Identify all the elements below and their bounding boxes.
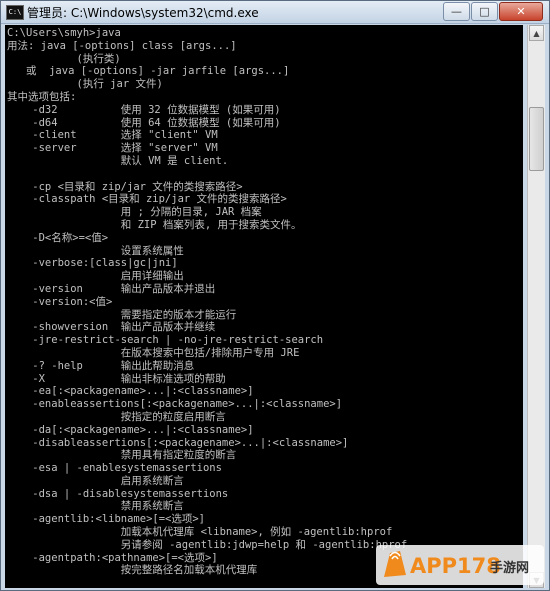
console-line: 启用详细输出 (7, 270, 184, 283)
console-line: -classpath <目录和 zip/jar 文件的类搜索路径> (7, 193, 287, 206)
console-line: 或 java [-options] -jar jarfile [args...] (7, 65, 290, 78)
maximize-icon: □ (479, 5, 490, 18)
window-controls: — □ ✕ (442, 2, 543, 21)
console-line: 按指定的粒度启用断言 (7, 410, 226, 423)
console-line: -ea[:<packagename>...|:<classname>] (7, 385, 254, 398)
console-line: 加载本机代理库 <libname>, 例如 -agentlib:hprof (7, 526, 393, 539)
console-line: -client 选择 "client" VM (7, 129, 218, 142)
console-line: 禁用系统断言 (7, 500, 184, 513)
minimize-icon: — (451, 5, 462, 18)
vertical-scrollbar[interactable]: ▲ ▼ (527, 25, 545, 588)
console-line: -dsa | -disablesystemassertions (7, 487, 229, 500)
window-title: 管理员: C:\Windows\system32\cmd.exe (27, 6, 259, 20)
console-line: -jre-restrict-search | -no-jre-restrict-… (7, 334, 324, 347)
minimize-button[interactable]: — (443, 2, 470, 21)
close-icon: ✕ (516, 5, 526, 18)
console-line: C:\Users\smyh>java (7, 27, 121, 39)
console-line: -X 输出非标准选项的帮助 (7, 372, 226, 385)
console-line: -d64 使用 64 位数据模型 (如果可用) (7, 116, 281, 129)
app178-watermark: APP178 手游网 (376, 543, 544, 587)
console-line: -da[:<packagename>...|:<classname>] (7, 423, 254, 436)
console-line: -disableassertions[:<packagename>...|:<c… (7, 436, 349, 449)
console-line: 和 ZIP 档案列表, 用于搜索类文件。 (7, 218, 302, 231)
console-line: -? -help 输出此帮助消息 (7, 359, 195, 372)
console-line: -version:<值> (7, 295, 113, 308)
console-line: 在版本搜索中包括/排除用户专用 JRE (7, 346, 300, 359)
cmd-app-icon[interactable]: C:\ (6, 5, 24, 20)
watermark-logo-icon: APP178 手游网 (376, 545, 544, 585)
console-line: (执行类) (7, 52, 121, 65)
watermark-brand: APP178 (410, 554, 501, 578)
watermark-suffix: 手游网 (490, 560, 529, 576)
console-line: -version 输出产品版本并退出 (7, 282, 216, 295)
console-line: 需要指定的版本才能运行 (7, 308, 237, 321)
console-line: -verbose:[class|gc|jni] (7, 257, 178, 270)
console-line: 默认 VM 是 client. (7, 154, 229, 167)
console-line: -enableassertions[:<packagename>...|:<cl… (7, 398, 343, 411)
console-line: 用法: java [-options] class [args...] (7, 39, 237, 52)
console-line: -showversion 输出产品版本并继续 (7, 321, 216, 334)
console-line: -server 选择 "server" VM (7, 142, 218, 155)
console-line: -agentlib:<libname>[=<选项>] (7, 513, 206, 526)
console-line: -esa | -enablesystemassertions (7, 462, 222, 475)
console-line: -d32 使用 32 位数据模型 (如果可用) (7, 103, 281, 116)
console-line: 设置系统属性 (7, 244, 184, 257)
console-line: 其中选项包括: (7, 90, 77, 103)
title-bar[interactable]: C:\ 管理员: C:\Windows\system32\cmd.exe — □… (1, 1, 549, 24)
console-line: 禁用具有指定粒度的断言 (7, 449, 237, 462)
cmd-window: C:\ 管理员: C:\Windows\system32\cmd.exe — □… (0, 0, 550, 591)
console-line: -D<名称>=<值> (7, 231, 109, 244)
scrollbar-thumb[interactable] (529, 107, 544, 171)
close-button[interactable]: ✕ (499, 2, 543, 21)
console-line: -cp <目录和 zip/jar 文件的类搜索路径> (7, 180, 243, 193)
maximize-button[interactable]: □ (471, 2, 498, 21)
scroll-up-arrow-icon[interactable]: ▲ (529, 25, 544, 41)
console-output[interactable]: C:\Users\smyh>java 用法: java [-options] cl… (5, 25, 523, 588)
console-line: 用 ; 分隔的目录, JAR 档案 (7, 206, 262, 219)
console-line: (执行 jar 文件) (7, 78, 163, 91)
console-line: 启用系统断言 (7, 474, 184, 487)
